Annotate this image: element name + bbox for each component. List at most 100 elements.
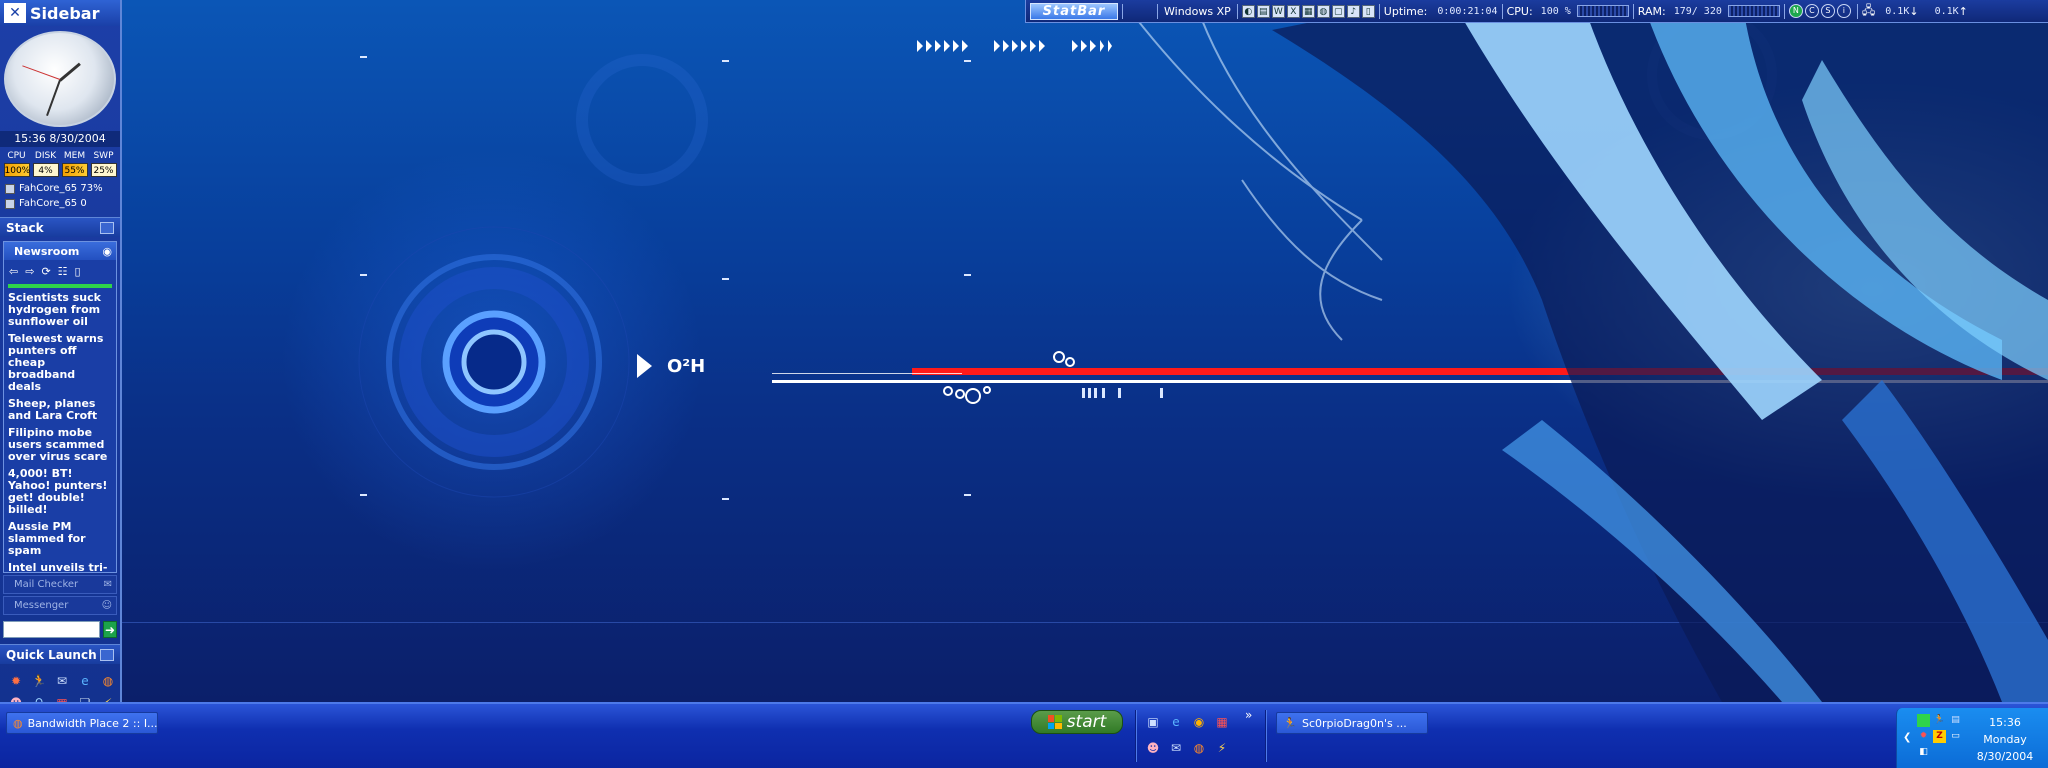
info-icon[interactable]: i: [1836, 4, 1851, 18]
search-row: ➜: [0, 615, 120, 638]
green-status-icon[interactable]: [1917, 714, 1930, 727]
meter-label: CPU: [7, 151, 26, 161]
analog-clock: [4, 30, 116, 127]
statbar-logo[interactable]: StatBar: [1030, 2, 1118, 20]
news-headline[interactable]: Filipino mobe users scammed over virus s…: [4, 425, 116, 466]
newsroom-globe-icon[interactable]: ◉: [102, 245, 112, 258]
newsroom-title: Newsroom: [14, 244, 80, 258]
aim-tray-icon[interactable]: 🏃: [1933, 714, 1946, 727]
news-headline[interactable]: Scientists suck hydrogen from sunflower …: [4, 290, 116, 331]
start-label: start: [1066, 712, 1107, 732]
firefox-icon[interactable]: ◍: [1316, 4, 1330, 18]
tray-clock[interactable]: 15:36 Monday 8/30/2004: [1970, 714, 2040, 765]
tray-icons: 🏃 ▤ ✹ Z ▭ ◧: [1917, 714, 1978, 759]
meter-value: 4%: [32, 163, 59, 177]
quick-launch-options-icon[interactable]: [100, 648, 114, 661]
process-row[interactable]: FahCore_65 0: [0, 196, 120, 211]
mouse-tray-icon[interactable]: ◧: [1917, 746, 1930, 759]
network-tray-icon[interactable]: ▤: [1949, 714, 1962, 727]
stack-title: Stack: [6, 220, 44, 235]
runner-icon[interactable]: 🏃: [29, 670, 49, 692]
back-arrow-icon[interactable]: ⇦: [9, 265, 18, 278]
s-icon[interactable]: S: [1820, 4, 1835, 18]
network-status-icon[interactable]: N: [1788, 4, 1803, 18]
wallpaper-logo-text: O²H: [667, 356, 705, 377]
feeds-icon[interactable]: ☷: [58, 265, 68, 278]
ie-icon[interactable]: e: [1165, 709, 1187, 735]
news-headline[interactable]: Telewest warns punters off cheap broadba…: [4, 331, 116, 396]
chart-icon[interactable]: ▦: [1211, 709, 1233, 735]
taskbar-window-bandwidth[interactable]: ◍ Bandwidth Place 2 :: I...: [6, 712, 158, 734]
wallpaper-art: O²H: [122, 0, 2048, 702]
firefox-icon[interactable]: ◍: [1188, 735, 1210, 761]
gear-tray-icon[interactable]: ✹: [1917, 730, 1930, 743]
refresh-icon[interactable]: ⟳: [41, 265, 50, 278]
book-icon[interactable]: ▯: [75, 265, 81, 278]
excel-icon[interactable]: X: [1286, 4, 1300, 18]
tray-day: Monday: [1983, 733, 2027, 746]
news-headline[interactable]: Aussie PM slammed for spam: [4, 519, 116, 560]
process-row[interactable]: FahCore_65 73%: [0, 181, 120, 196]
meter-label: SWP: [93, 151, 114, 161]
separator: [1122, 3, 1123, 19]
meter-swp: SWP 25%: [90, 151, 118, 177]
separator: [1783, 3, 1785, 19]
window-title: Sc0rpioDrag0n's ...: [1302, 716, 1407, 730]
message-tray-icon[interactable]: ▭: [1949, 730, 1962, 743]
firefox-icon[interactable]: ◍: [98, 670, 118, 692]
stack-options-icon[interactable]: [100, 221, 114, 234]
app-icon[interactable]: ✹: [6, 670, 26, 692]
media-player-icon[interactable]: ◉: [1188, 709, 1210, 735]
mail-checker-tile[interactable]: Mail Checker ✉: [3, 575, 117, 594]
quick-launch-header[interactable]: Quick Launch: [0, 644, 120, 664]
stack-header[interactable]: Stack: [0, 217, 120, 237]
process-icon: [5, 183, 15, 194]
sidebar-logo-icon: ✕: [4, 3, 26, 23]
news-headline[interactable]: Sheep, planes and Lara Croft: [4, 396, 116, 425]
messenger-tile[interactable]: Messenger ☺: [3, 596, 117, 615]
meter-value: 55%: [61, 163, 88, 177]
desktop-wallpaper: O²H: [122, 0, 2048, 702]
taskbar-divider: [1265, 710, 1267, 762]
desktop-icon[interactable]: ▣: [1142, 709, 1164, 735]
taskbar-divider: [1135, 710, 1137, 762]
ram-label: RAM:: [1637, 4, 1666, 18]
aim-icon: 🏃: [1283, 716, 1297, 730]
system-meters: CPU 100% DISK 4% MEM 55% SWP 25%: [0, 147, 120, 177]
more-chevron-icon[interactable]: »: [1245, 708, 1252, 722]
newsroom-progress-bar: [8, 284, 112, 288]
word-icon[interactable]: W: [1271, 4, 1285, 18]
run-icon[interactable]: ▢: [1331, 4, 1345, 18]
os-name: Windows XP: [1164, 4, 1231, 18]
mail-checker-label: Mail Checker: [14, 579, 79, 590]
folder-icon[interactable]: ▤: [1256, 4, 1270, 18]
lightning-icon[interactable]: ⚡: [1211, 735, 1233, 761]
media-icon[interactable]: ♪: [1346, 4, 1360, 18]
quick-launch-title: Quick Launch: [6, 647, 97, 662]
search-input[interactable]: [3, 621, 100, 638]
thunderbird-icon[interactable]: ✉: [1165, 735, 1187, 761]
chat-icon[interactable]: ☻: [1142, 735, 1164, 761]
zonealarm-icon[interactable]: Z: [1933, 730, 1946, 743]
analog-clock-widget: [0, 26, 120, 131]
ram-graph: [1727, 5, 1780, 17]
separator: [1501, 3, 1503, 19]
taskbar-window-sc0rpiodrag0n[interactable]: 🏃 Sc0rpioDrag0n's ...: [1276, 712, 1428, 734]
clock-second-hand: [22, 64, 61, 80]
app-shortcut-icon[interactable]: ◐: [1241, 4, 1255, 18]
notepad-icon[interactable]: ▦: [1301, 4, 1315, 18]
network-adapter-icon[interactable]: 🖧: [1862, 1, 1875, 22]
document-icon[interactable]: ▯: [1361, 4, 1375, 18]
news-headline[interactable]: Intel unveils tri-: [4, 560, 116, 573]
search-go-button[interactable]: ➜: [103, 621, 117, 638]
window-title: Bandwidth Place 2 :: I...: [27, 716, 158, 730]
newsroom-header[interactable]: Newsroom ◉: [4, 242, 116, 260]
ie-icon[interactable]: e: [75, 670, 95, 692]
thunderbird-icon[interactable]: ✉: [52, 670, 72, 692]
meter-mem: MEM 55%: [61, 151, 89, 177]
start-button[interactable]: start: [1031, 710, 1123, 734]
c-icon[interactable]: C: [1804, 4, 1819, 18]
show-hidden-icons-chevron[interactable]: ❮: [1903, 732, 1911, 743]
forward-arrow-icon[interactable]: ⇨: [25, 265, 34, 278]
news-headline[interactable]: 4,000! BT! Yahoo! punters! get! double! …: [4, 466, 116, 519]
